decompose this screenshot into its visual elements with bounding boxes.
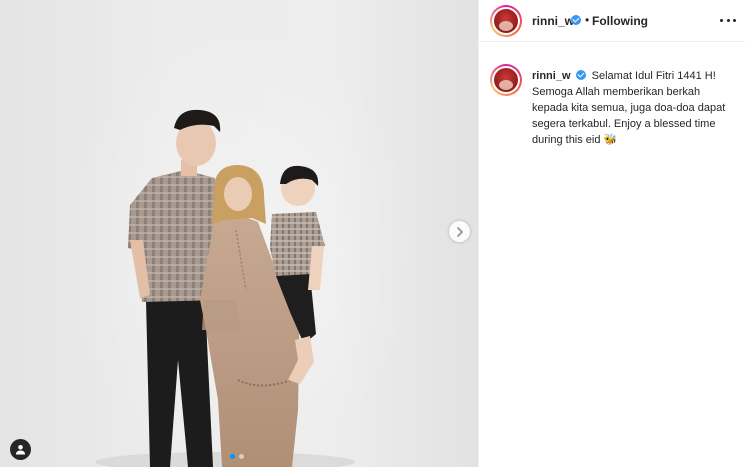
carousel-indicator <box>230 454 244 459</box>
tagged-users-button[interactable] <box>10 439 31 460</box>
post-details-panel: rinni_w • Following rinni_w Selamat Idul… <box>478 0 745 467</box>
avatar[interactable] <box>490 5 522 37</box>
caption-avatar[interactable] <box>490 64 522 96</box>
carousel-dot-1 <box>230 454 235 459</box>
carousel-dot-2 <box>239 454 244 459</box>
user-tag-icon <box>16 445 25 455</box>
verified-badge-icon <box>575 70 586 80</box>
avatar-image <box>494 68 518 92</box>
bee-emoji-icon: 🐝 <box>603 134 618 146</box>
more-options-icon[interactable] <box>720 13 736 27</box>
caption-text: rinni_w Selamat Idul Fitri 1441 H! Semog… <box>532 68 737 148</box>
woman-figure <box>200 165 306 467</box>
following-button[interactable]: Following <box>592 14 648 28</box>
username-link[interactable]: rinni_w <box>532 14 574 28</box>
next-image-button[interactable] <box>449 221 470 242</box>
separator-dot: • <box>585 13 590 27</box>
avatar-image <box>494 9 518 33</box>
post-media[interactable] <box>0 0 478 467</box>
family-photo <box>95 109 355 467</box>
verified-badge-icon <box>571 15 581 25</box>
post-header: rinni_w • Following <box>479 0 745 42</box>
caption-username-link[interactable]: rinni_w <box>532 70 571 82</box>
chevron-right-icon <box>456 226 463 237</box>
